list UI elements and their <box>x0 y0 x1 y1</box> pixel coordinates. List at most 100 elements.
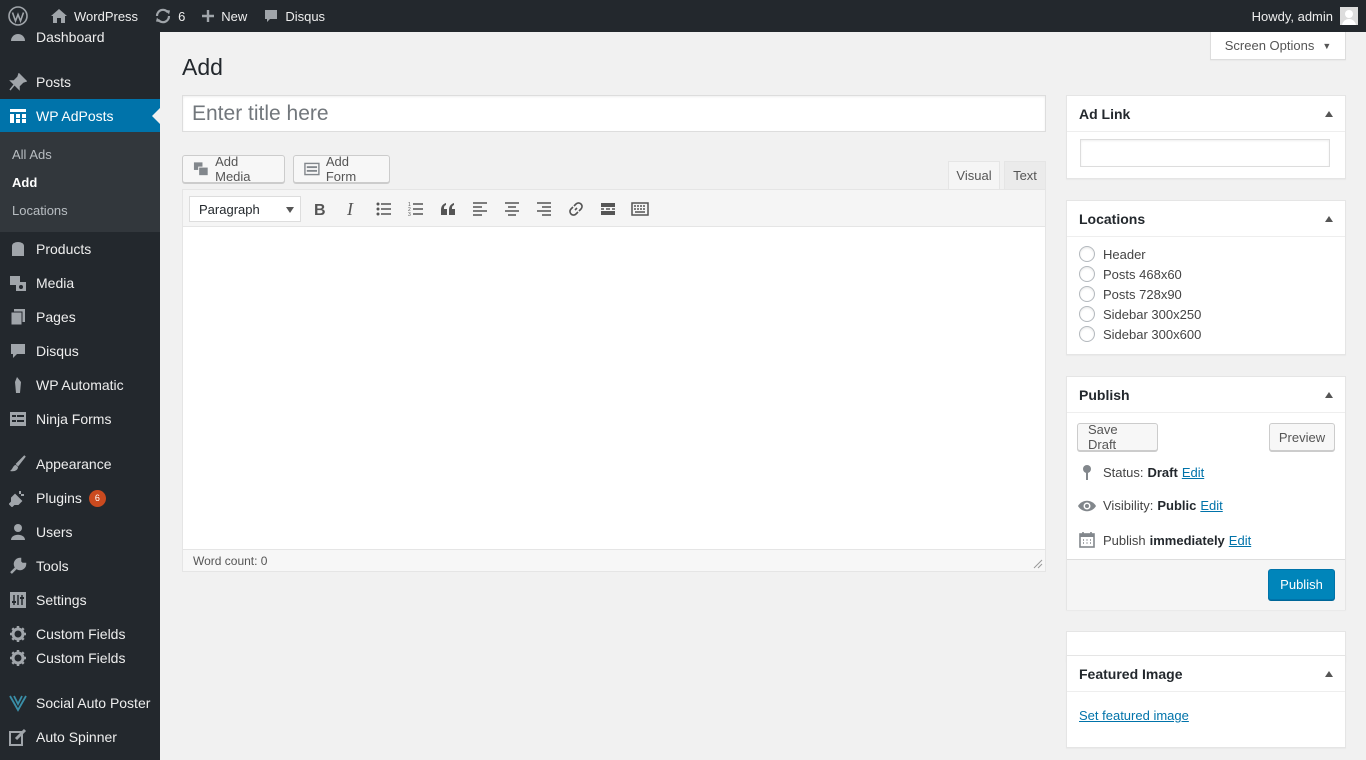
format-select[interactable]: Paragraph <box>189 196 301 222</box>
sidebar-item-plugins[interactable]: Plugins 6 <box>0 481 160 515</box>
sidebar-item-label: Plugins <box>36 490 82 506</box>
featured-image-header[interactable]: Featured Image <box>1067 656 1345 692</box>
toolbar-toggle-button[interactable] <box>629 198 651 220</box>
add-form-button[interactable]: Add Form <box>293 154 390 184</box>
publish-button[interactable]: Publish <box>1268 569 1335 600</box>
set-featured-image-link[interactable]: Set featured image <box>1079 708 1189 723</box>
italic-button[interactable]: I <box>341 198 363 220</box>
preview-button[interactable]: Preview <box>1269 423 1335 451</box>
insert-link-button[interactable] <box>565 198 587 220</box>
new-content-link[interactable]: New <box>193 0 255 32</box>
status-row: Status: Draft Edit <box>1077 464 1204 480</box>
location-option-sidebar-300x250[interactable]: Sidebar 300x250 <box>1079 306 1201 322</box>
wrench-icon <box>8 556 28 576</box>
greeting: Howdy, admin <box>1251 8 1333 24</box>
italic-icon: I <box>346 201 354 217</box>
sidebar-item-users[interactable]: Users <box>0 515 160 549</box>
screen-options-button[interactable]: Screen Options ▼ <box>1210 32 1346 60</box>
sidebar-item-appearance[interactable]: Appearance <box>0 447 160 481</box>
radio-button[interactable] <box>1079 286 1095 302</box>
ad-link-input[interactable] <box>1080 139 1330 167</box>
avatar <box>1340 7 1358 25</box>
submenu-item-all-ads[interactable]: All Ads <box>12 147 52 162</box>
sidebar-item-custom-fields-2[interactable]: Custom Fields <box>0 641 160 675</box>
plugins-update-badge: 6 <box>88 489 106 507</box>
read-more-button[interactable] <box>597 198 619 220</box>
featured-image-box: Featured Image Set featured image <box>1066 655 1346 748</box>
ad-link-title: Ad Link <box>1079 105 1131 122</box>
add-media-button[interactable]: Add Media <box>182 154 285 184</box>
submenu-item-locations[interactable]: Locations <box>12 203 68 218</box>
collapse-arrow-icon[interactable] <box>1325 671 1333 677</box>
radio-button[interactable] <box>1079 306 1095 322</box>
sidebar-item-auto-spinner[interactable]: Auto Spinner <box>0 720 160 754</box>
submenu-item-add[interactable]: Add <box>12 175 37 190</box>
collapse-arrow-icon[interactable] <box>1325 216 1333 222</box>
svg-text:I: I <box>346 201 354 217</box>
gear-icon <box>8 648 28 668</box>
sidebar-item-label: Custom Fields <box>36 650 126 666</box>
bullet-list-button[interactable] <box>373 198 395 220</box>
sidebar-item-products[interactable]: Products <box>0 232 160 266</box>
location-option-posts-728x90[interactable]: Posts 728x90 <box>1079 286 1182 302</box>
settings-icon <box>8 590 28 610</box>
form-icon <box>304 162 320 176</box>
sidebar-item-pages[interactable]: Pages <box>0 300 160 334</box>
comment-icon <box>8 341 28 361</box>
edit-status-link[interactable]: Edit <box>1182 465 1204 480</box>
sidebar-item-tools[interactable]: Tools <box>0 549 160 583</box>
sidebar-item-label: WP AdPosts <box>36 108 114 124</box>
location-option-sidebar-300x600[interactable]: Sidebar 300x600 <box>1079 326 1201 342</box>
locations-header[interactable]: Locations <box>1067 201 1345 237</box>
page-icon <box>8 307 28 327</box>
align-center-button[interactable] <box>501 198 523 220</box>
sidebar-item-disqus[interactable]: Disqus <box>0 334 160 368</box>
my-account[interactable]: Howdy, admin <box>1252 7 1366 25</box>
pin-icon <box>8 72 28 92</box>
sidebar-item-wp-adposts[interactable]: WP AdPosts <box>0 99 160 133</box>
sidebar-item-wp-automatic[interactable]: WP Automatic <box>0 368 160 402</box>
edit-visibility-link[interactable]: Edit <box>1200 498 1222 513</box>
collapse-arrow-icon[interactable] <box>1325 111 1333 117</box>
numbered-list-button[interactable]: 123 <box>405 198 427 220</box>
sidebar-item-settings[interactable]: Settings <box>0 583 160 617</box>
sidebar-item-social-auto-poster[interactable]: Social Auto Poster <box>0 686 160 720</box>
align-right-button[interactable] <box>533 198 555 220</box>
svg-text:3: 3 <box>408 212 411 216</box>
radio-button[interactable] <box>1079 326 1095 342</box>
plus-icon <box>202 10 215 22</box>
updates-count: 6 <box>178 8 186 24</box>
read-more-icon <box>601 203 615 215</box>
edit-icon <box>8 727 28 747</box>
sidebar-item-posts[interactable]: Posts <box>0 65 160 99</box>
location-option-header[interactable]: Header <box>1079 246 1146 262</box>
radio-button[interactable] <box>1079 266 1095 282</box>
sidebar-item-label: WP Automatic <box>36 377 124 393</box>
radio-button[interactable] <box>1079 246 1095 262</box>
sidebar-item-ninja-forms[interactable]: Ninja Forms <box>0 402 160 436</box>
publish-header[interactable]: Publish <box>1067 377 1345 413</box>
tab-visual[interactable]: Visual <box>948 161 1000 190</box>
ad-link-header[interactable]: Ad Link <box>1067 96 1345 132</box>
location-label: Posts 728x90 <box>1103 286 1182 302</box>
collapse-arrow-icon[interactable] <box>1325 392 1333 398</box>
keyboard-icon <box>631 202 649 216</box>
sidebar-item-label: Posts <box>36 74 72 90</box>
blockquote-button[interactable] <box>437 198 459 220</box>
align-left-button[interactable] <box>469 198 491 220</box>
tab-text[interactable]: Text <box>1004 161 1046 190</box>
edit-publish-time-link[interactable]: Edit <box>1229 533 1251 548</box>
publish-time-row: Publish immediately Edit <box>1077 532 1251 548</box>
bold-button[interactable]: B <box>309 198 331 220</box>
sidebar-item-media[interactable]: Media <box>0 266 160 300</box>
disqus-link[interactable]: Disqus <box>255 0 333 32</box>
save-draft-button[interactable]: Save Draft <box>1077 422 1158 452</box>
sidebar-item-label: Products <box>36 241 92 257</box>
sidebar-item-dashboard[interactable]: Dashboard <box>0 21 160 53</box>
sidebar-item-label: Settings <box>36 592 87 608</box>
location-option-posts-468x60[interactable]: Posts 468x60 <box>1079 266 1182 282</box>
form-icon <box>8 409 28 429</box>
editor-content-area[interactable] <box>183 227 1045 527</box>
title-input[interactable] <box>182 95 1046 132</box>
resize-handle-icon[interactable] <box>1033 559 1043 569</box>
